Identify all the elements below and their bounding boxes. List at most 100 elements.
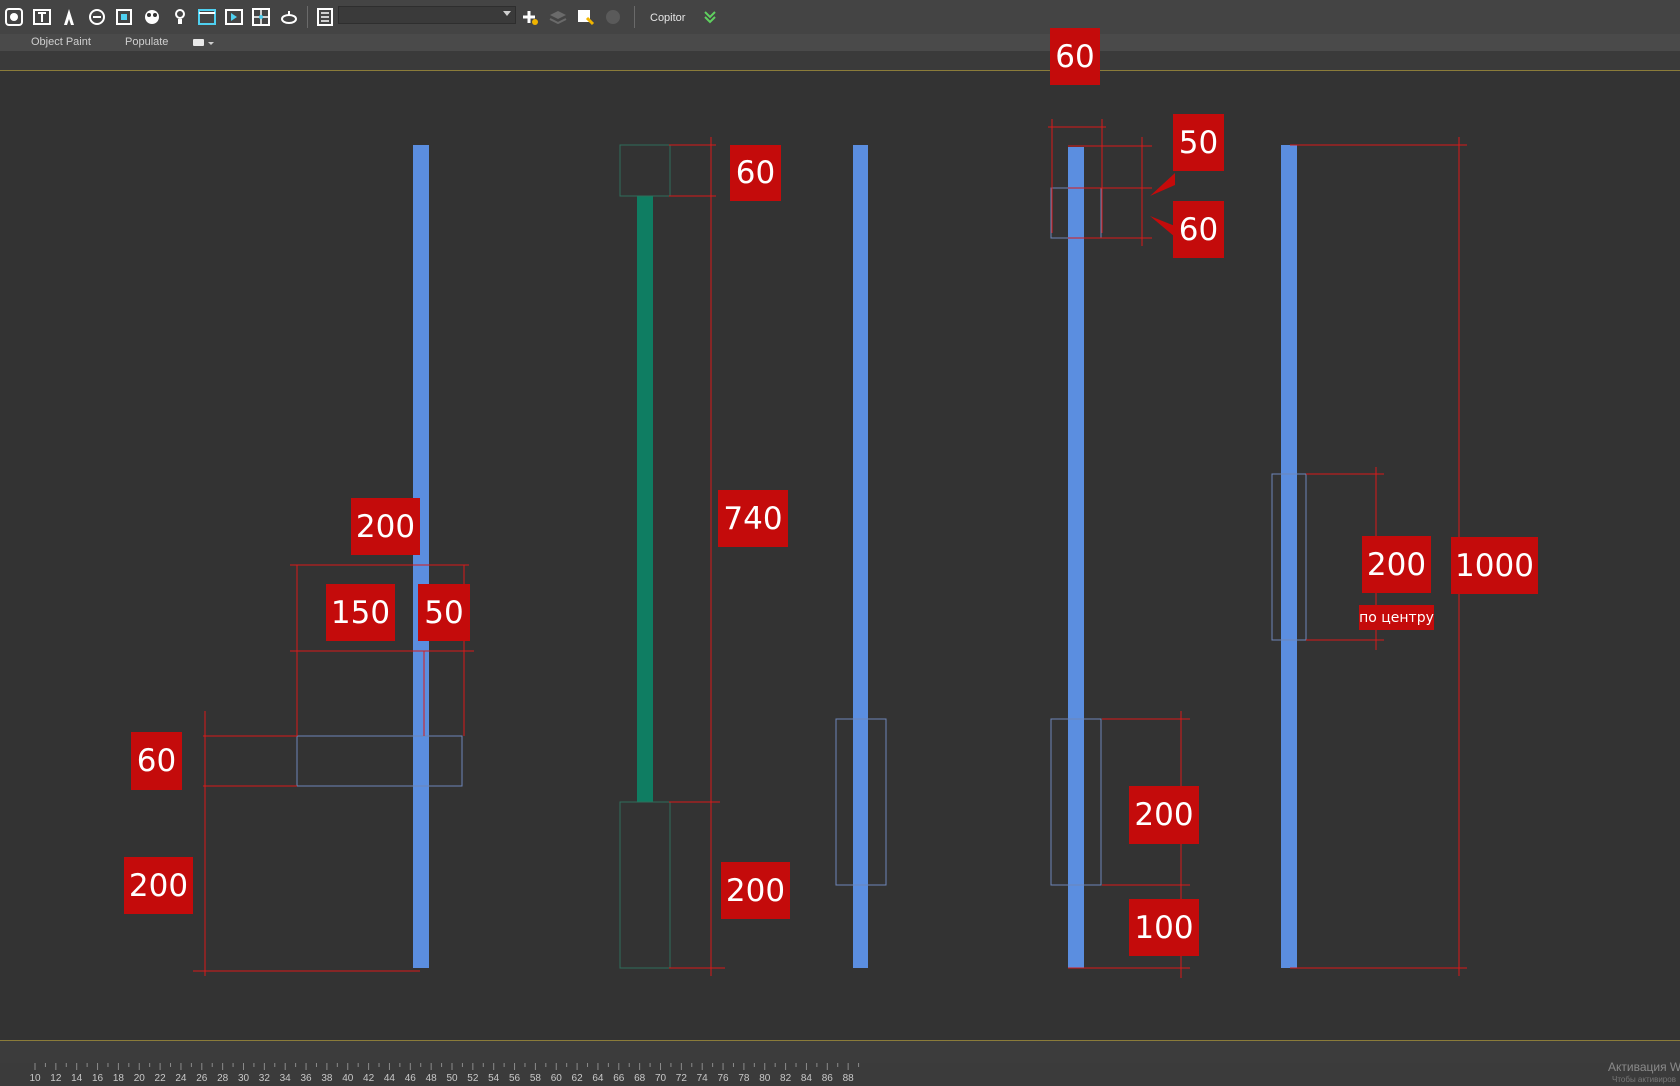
ribbon-options-icon[interactable] <box>193 39 204 46</box>
ruler-label: 16 <box>92 1073 104 1084</box>
render-setup-icon[interactable] <box>197 7 217 27</box>
top-box <box>619 144 671 197</box>
ruler-label: 58 <box>530 1073 542 1084</box>
ruler-label: 68 <box>634 1073 646 1084</box>
selection-filter-icon[interactable] <box>4 7 24 27</box>
ruler-label: 24 <box>175 1073 187 1084</box>
toolbar-separator <box>634 6 635 28</box>
ruler-label: 72 <box>676 1073 688 1084</box>
ruler-label: 46 <box>405 1073 417 1084</box>
ruler-label: 20 <box>134 1073 146 1084</box>
ruler-label: 66 <box>613 1073 625 1084</box>
hand-icon[interactable] <box>87 7 107 27</box>
ruler-label: 26 <box>196 1073 208 1084</box>
text-icon[interactable] <box>32 7 52 27</box>
ruler-label: 40 <box>342 1073 354 1084</box>
ruler-label: 56 <box>509 1073 521 1084</box>
dim-label: 50 <box>418 584 470 641</box>
dim-label: 60 <box>1050 28 1100 85</box>
ruler-label: 88 <box>843 1073 855 1084</box>
ruler-label: 12 <box>50 1073 62 1084</box>
timeline-slider[interactable] <box>0 1041 1680 1063</box>
chevron-down-icon <box>208 42 214 45</box>
ribbon-panel <box>0 51 1680 71</box>
select-object-icon[interactable] <box>575 7 595 27</box>
ruler-label: 70 <box>655 1073 667 1084</box>
ruler-label: 62 <box>572 1073 584 1084</box>
ruler-label: 18 <box>113 1073 125 1084</box>
dim-label: 100 <box>1129 899 1199 956</box>
ruler-label: 34 <box>280 1073 292 1084</box>
main-toolbar: Copitor <box>0 0 1680 35</box>
ruler-label: 28 <box>217 1073 229 1084</box>
render-frame-icon[interactable] <box>224 7 244 27</box>
dim-label: 200 <box>351 498 420 555</box>
ruler-label: 14 <box>71 1073 83 1084</box>
viewport-layout-icon[interactable] <box>251 7 271 27</box>
double-chevron-down-icon[interactable] <box>700 7 720 27</box>
ruler-label: 50 <box>446 1073 458 1084</box>
ruler-label: 44 <box>384 1073 396 1084</box>
ruler-label: 84 <box>801 1073 813 1084</box>
ruler-label: 22 <box>155 1073 167 1084</box>
light-icon[interactable] <box>170 7 190 27</box>
chevron-down-icon <box>503 11 511 16</box>
ruler-label: 30 <box>238 1073 250 1084</box>
schematic-icon[interactable] <box>114 7 134 27</box>
dim-label: 200 <box>721 862 790 919</box>
leader-pointer <box>1150 173 1175 196</box>
pipe-3 <box>853 145 868 968</box>
ruler-label: 86 <box>822 1073 834 1084</box>
dim-note: по центру <box>1359 605 1434 630</box>
copitor-label[interactable]: Copitor <box>650 12 685 24</box>
add-layer-icon[interactable] <box>520 7 540 27</box>
layer-manager-icon[interactable] <box>315 7 335 27</box>
ruler-label: 10 <box>29 1073 41 1084</box>
pipe-5 <box>1281 145 1297 968</box>
material-editor-icon[interactable] <box>142 7 162 27</box>
tab-object-paint[interactable]: Object Paint <box>31 36 91 48</box>
teapot-render-icon[interactable] <box>279 7 299 27</box>
dim-label: 60 <box>1173 201 1224 258</box>
ruler-label: 78 <box>738 1073 750 1084</box>
ruler-label: 80 <box>759 1073 771 1084</box>
grid-icon[interactable] <box>603 7 623 27</box>
ruler-label: 54 <box>488 1073 500 1084</box>
scene-objects <box>296 144 1307 969</box>
track-bar-ruler[interactable]: 10 12 14 16 18 20 22 24 26 28 30 32 34 36 38 40 42 44 46 48… <box>0 1063 1680 1086</box>
named-selection-dropdown[interactable] <box>338 6 516 24</box>
pipe-1 <box>413 145 429 968</box>
dim-label: 740 <box>718 490 788 547</box>
ribbon-tabs: Object Paint Populate <box>0 34 1680 51</box>
toolbar-separator <box>307 6 308 28</box>
ruler-ticks: 10 12 14 16 18 20 22 24 26 28 30 32 34 36 38 40 42 44 46 48… <box>29 1063 860 1084</box>
bottom-box <box>619 801 671 969</box>
leader-pointer <box>1150 216 1175 237</box>
dim-label: 1000 <box>1451 537 1538 594</box>
stack-icon[interactable] <box>548 7 568 27</box>
dim-label: 200 <box>124 857 193 914</box>
pipe-2 <box>637 196 653 802</box>
ruler-label: 32 <box>259 1073 271 1084</box>
ruler-label: 82 <box>780 1073 792 1084</box>
ruler-label: 48 <box>426 1073 438 1084</box>
viewport[interactable]: 200 150 50 60 200 60 740 200 60 50 60 20… <box>0 28 1680 1040</box>
dim-label: 200 <box>1129 786 1199 844</box>
dim-label: 150 <box>326 584 395 641</box>
ruler-label: 38 <box>321 1073 333 1084</box>
dim-label: 60 <box>730 145 781 201</box>
font-icon[interactable] <box>59 7 79 27</box>
ruler-label: 64 <box>592 1073 604 1084</box>
dim-label: 60 <box>131 732 182 790</box>
ruler-label: 76 <box>717 1073 729 1084</box>
ruler-label: 36 <box>300 1073 312 1084</box>
dim-label: 200 <box>1362 536 1431 593</box>
dim-label: 50 <box>1173 114 1224 171</box>
pipe-4 <box>1068 147 1084 968</box>
activation-watermark-subtitle: Чтобы активиров <box>1612 1075 1676 1084</box>
tab-populate[interactable]: Populate <box>125 36 168 48</box>
ruler-label: 60 <box>551 1073 563 1084</box>
ruler-label: 52 <box>467 1073 479 1084</box>
bracket-box <box>296 735 463 787</box>
activation-watermark: Активация W <box>1608 1060 1680 1074</box>
